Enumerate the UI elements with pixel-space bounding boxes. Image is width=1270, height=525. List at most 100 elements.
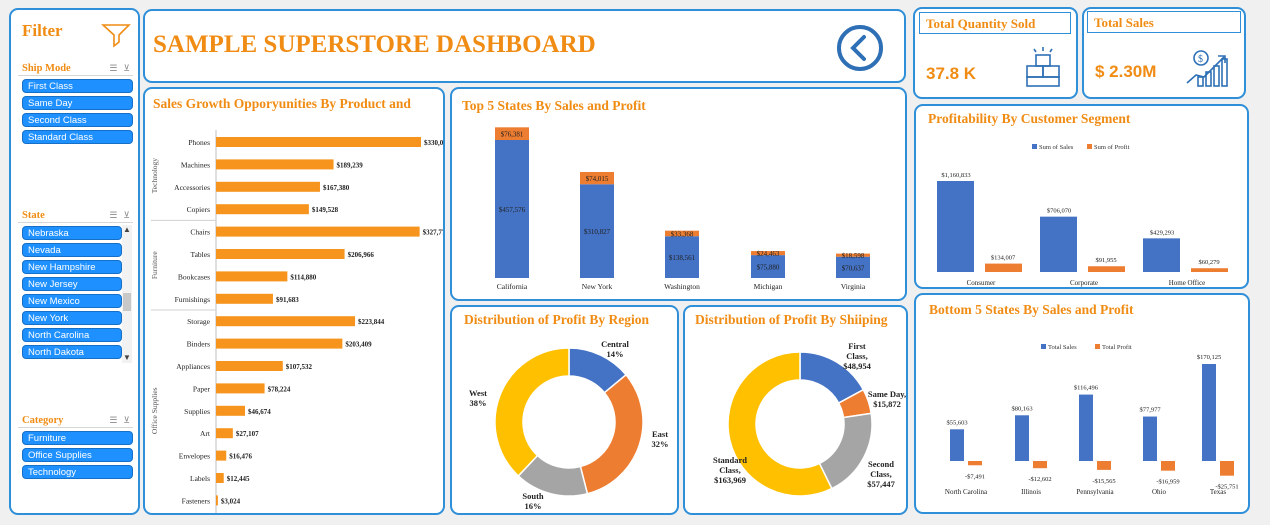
scroll-up-icon[interactable]: ▲ <box>122 225 132 235</box>
category-slicer: Category ☰ ⊻ Furniture Office Supplies Tech… <box>18 414 133 494</box>
category-label: Binders <box>187 340 210 349</box>
slice-label: Central 14% <box>601 339 629 359</box>
slice-label: West 38% <box>469 388 487 408</box>
sales-bar <box>1143 238 1180 272</box>
category-item-furniture[interactable]: Furniture <box>22 431 133 445</box>
kpi-quantity-label: Total Quantity Sold <box>919 12 1071 34</box>
bar-value-label: $16,476 <box>229 453 252 461</box>
back-circle-icon[interactable] <box>835 23 885 73</box>
bar-value-label: $330,007 <box>424 139 443 147</box>
bar <box>216 137 421 147</box>
profit-bar <box>1097 461 1111 470</box>
ship-mode-item-second-class[interactable]: Second Class <box>22 113 133 127</box>
bar-value-label: $167,380 <box>323 184 350 192</box>
donut-slice <box>818 412 873 490</box>
group-label: Office Supplies <box>150 387 159 434</box>
slice-label: Standard Class, $163,969 <box>713 455 747 485</box>
bar-value-label: $114,880 <box>290 273 316 281</box>
profit-value-label: -$15,565 <box>1092 478 1115 485</box>
legend-label: Total Profit <box>1102 344 1132 351</box>
bar-value-label: $203,409 <box>345 341 372 349</box>
bar-value-label: $78,224 <box>268 385 291 393</box>
funnel-icon[interactable] <box>101 22 131 48</box>
bar <box>216 226 420 237</box>
header-panel: SAMPLE SUPERSTORE DASHBOARD <box>143 9 906 83</box>
sales-bar <box>937 181 974 272</box>
clear-filter-icon[interactable]: ⊻ <box>123 210 130 221</box>
category-label: Furnishings <box>175 295 211 304</box>
profit-bar <box>985 263 1022 272</box>
shipping-chart: First Class, $48,954 Same Day, $15,872 Second… <box>713 341 906 497</box>
sales-value-label: $170,125 <box>1197 354 1221 361</box>
state-item-new-york[interactable]: New York <box>22 311 122 325</box>
bar-value-label: $327,778 <box>423 229 443 237</box>
sales-value-label: $55,603 <box>946 419 967 426</box>
category-item-technology[interactable]: Technology <box>22 465 133 479</box>
bar <box>216 249 345 259</box>
subcategory-chart: Phones $330,007 Machines $189,239 Accessorie… <box>150 130 443 513</box>
legend-swatch <box>1032 144 1037 149</box>
slice-label: Second Class, $57,447 <box>867 459 895 489</box>
state-item-nevada[interactable]: Nevada <box>22 243 122 257</box>
scroll-down-icon[interactable]: ▼ <box>122 353 132 363</box>
profit-bar <box>968 461 982 466</box>
kpi-quantity-card: Total Quantity Sold 37.8 K <box>913 7 1078 99</box>
category-label: Storage <box>187 317 211 326</box>
bar <box>216 450 227 461</box>
bar-value-label: $189,239 <box>337 161 364 169</box>
profit-value-label: $134,007 <box>991 255 1016 262</box>
state-scrollbar[interactable]: ▲ ▼ <box>122 225 132 363</box>
clear-filter-icon[interactable]: ⊻ <box>123 415 130 426</box>
clear-filter-icon[interactable]: ⊻ <box>123 63 130 74</box>
state-item-new-hampshire[interactable]: New Hampshire <box>22 260 122 274</box>
ship-mode-item-first-class[interactable]: First Class <box>22 79 133 93</box>
segment-profit-panel: Profitability By Customer Segment Sum of… <box>914 104 1249 289</box>
sales-value-label: $429,293 <box>1150 229 1174 236</box>
bar <box>216 316 356 327</box>
sales-value-label: $80,163 <box>1011 405 1032 412</box>
svg-text:$: $ <box>1198 54 1203 65</box>
category-label: California <box>497 282 528 291</box>
state-item-new-mexico[interactable]: New Mexico <box>22 294 122 308</box>
bar-value-label: $27,107 <box>236 430 259 438</box>
bottom5-states-panel: Bottom 5 States By Sales and Profit Tota… <box>914 293 1250 514</box>
state-item-north-carolina[interactable]: North Carolina <box>22 328 122 342</box>
kpi-sales-card: Total Sales $ 2.30M $ <box>1082 7 1246 99</box>
bar <box>216 473 224 483</box>
dashboard-title: SAMPLE SUPERSTORE DASHBOARD <box>153 31 596 58</box>
profit-bar <box>1161 461 1175 471</box>
category-item-office-supplies[interactable]: Office Supplies <box>22 448 133 462</box>
profit-value-label: $74,015 <box>586 175 609 183</box>
sales-value-label: $1,160,833 <box>941 172 970 179</box>
ship-mode-item-standard-class[interactable]: Standard Class <box>22 130 133 144</box>
category-label: North Carolina <box>945 488 988 496</box>
category-slicer-title: Category <box>22 415 64 426</box>
state-item-new-jersey[interactable]: New Jersey <box>22 277 122 291</box>
state-item-nebraska[interactable]: Nebraska <box>22 226 122 240</box>
slice-label: East 32% <box>652 429 669 449</box>
legend-swatch <box>1087 144 1092 149</box>
category-label: Supplies <box>184 407 210 416</box>
bar-value-label: $3,024 <box>221 497 241 505</box>
bar <box>216 181 320 192</box>
state-item-north-dakota[interactable]: North Dakota <box>22 345 122 359</box>
slice-label: South 16% <box>522 491 544 511</box>
category-label: Paper <box>193 384 211 393</box>
sales-value-label: $116,496 <box>1074 385 1099 392</box>
category-label: Corporate <box>1070 279 1098 287</box>
sales-bar <box>1143 416 1157 461</box>
multi-select-icon[interactable]: ☰ <box>109 210 117 221</box>
ship-mode-slicer: Ship Mode ☰ ⊻ First Class Same Day Second C… <box>18 62 133 158</box>
category-label: Tables <box>191 250 211 259</box>
group-label: Technology <box>150 158 159 194</box>
growth-chart-icon: $ <box>1186 50 1228 87</box>
bar-value-label: $91,683 <box>276 296 299 304</box>
multi-select-icon[interactable]: ☰ <box>109 415 117 426</box>
kpi-sales-label: Total Sales <box>1087 11 1241 33</box>
sales-bar <box>1040 216 1077 272</box>
scroll-thumb[interactable] <box>123 293 131 311</box>
multi-select-icon[interactable]: ☰ <box>109 63 117 74</box>
profit-bar <box>1191 268 1228 272</box>
ship-mode-item-same-day[interactable]: Same Day <box>22 96 133 110</box>
sales-value-label: $310,827 <box>584 228 611 236</box>
